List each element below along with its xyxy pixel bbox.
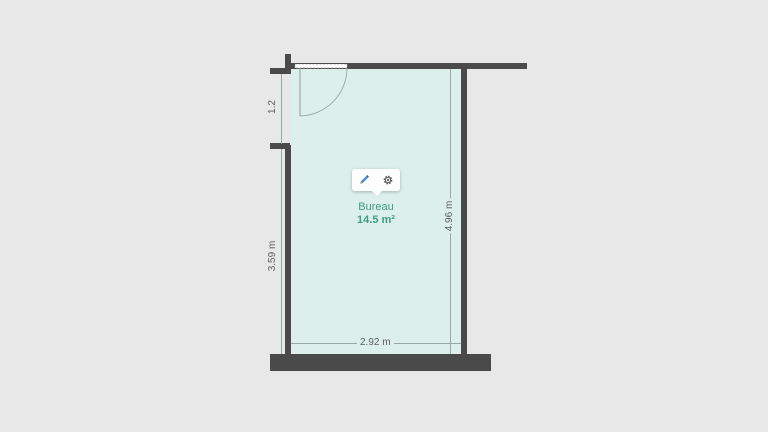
pencil-icon	[360, 175, 369, 184]
edit-room-button[interactable]	[355, 171, 373, 189]
wall-stub-lower[interactable]	[270, 143, 290, 149]
floor-plan-canvas[interactable]: 1.2 3.59 m 4.96 m 2.92 m Bureau 14.5 m²	[0, 0, 768, 432]
gear-icon	[383, 175, 393, 185]
room-settings-button[interactable]	[379, 171, 397, 189]
wall-bottom[interactable]	[270, 354, 491, 371]
dim-label-door: 1.2	[267, 98, 278, 116]
room-name: Bureau	[358, 201, 394, 213]
room-label[interactable]: Bureau 14.5 m²	[357, 201, 395, 227]
room-toolbar	[352, 169, 400, 196]
wall-stub-upper[interactable]	[270, 68, 288, 74]
dim-label-right-wall: 4.96 m	[444, 198, 455, 234]
dim-line-door	[281, 74, 282, 144]
door-swing[interactable]	[290, 64, 350, 124]
dim-line-left-wall	[281, 149, 282, 354]
wall-left[interactable]	[285, 145, 291, 355]
dim-label-bottom-wall: 2.92 m	[357, 338, 394, 348]
dim-label-left-wall: 3.59 m	[267, 238, 278, 274]
room-area: 14.5 m²	[357, 214, 395, 226]
wall-right[interactable]	[461, 66, 467, 356]
